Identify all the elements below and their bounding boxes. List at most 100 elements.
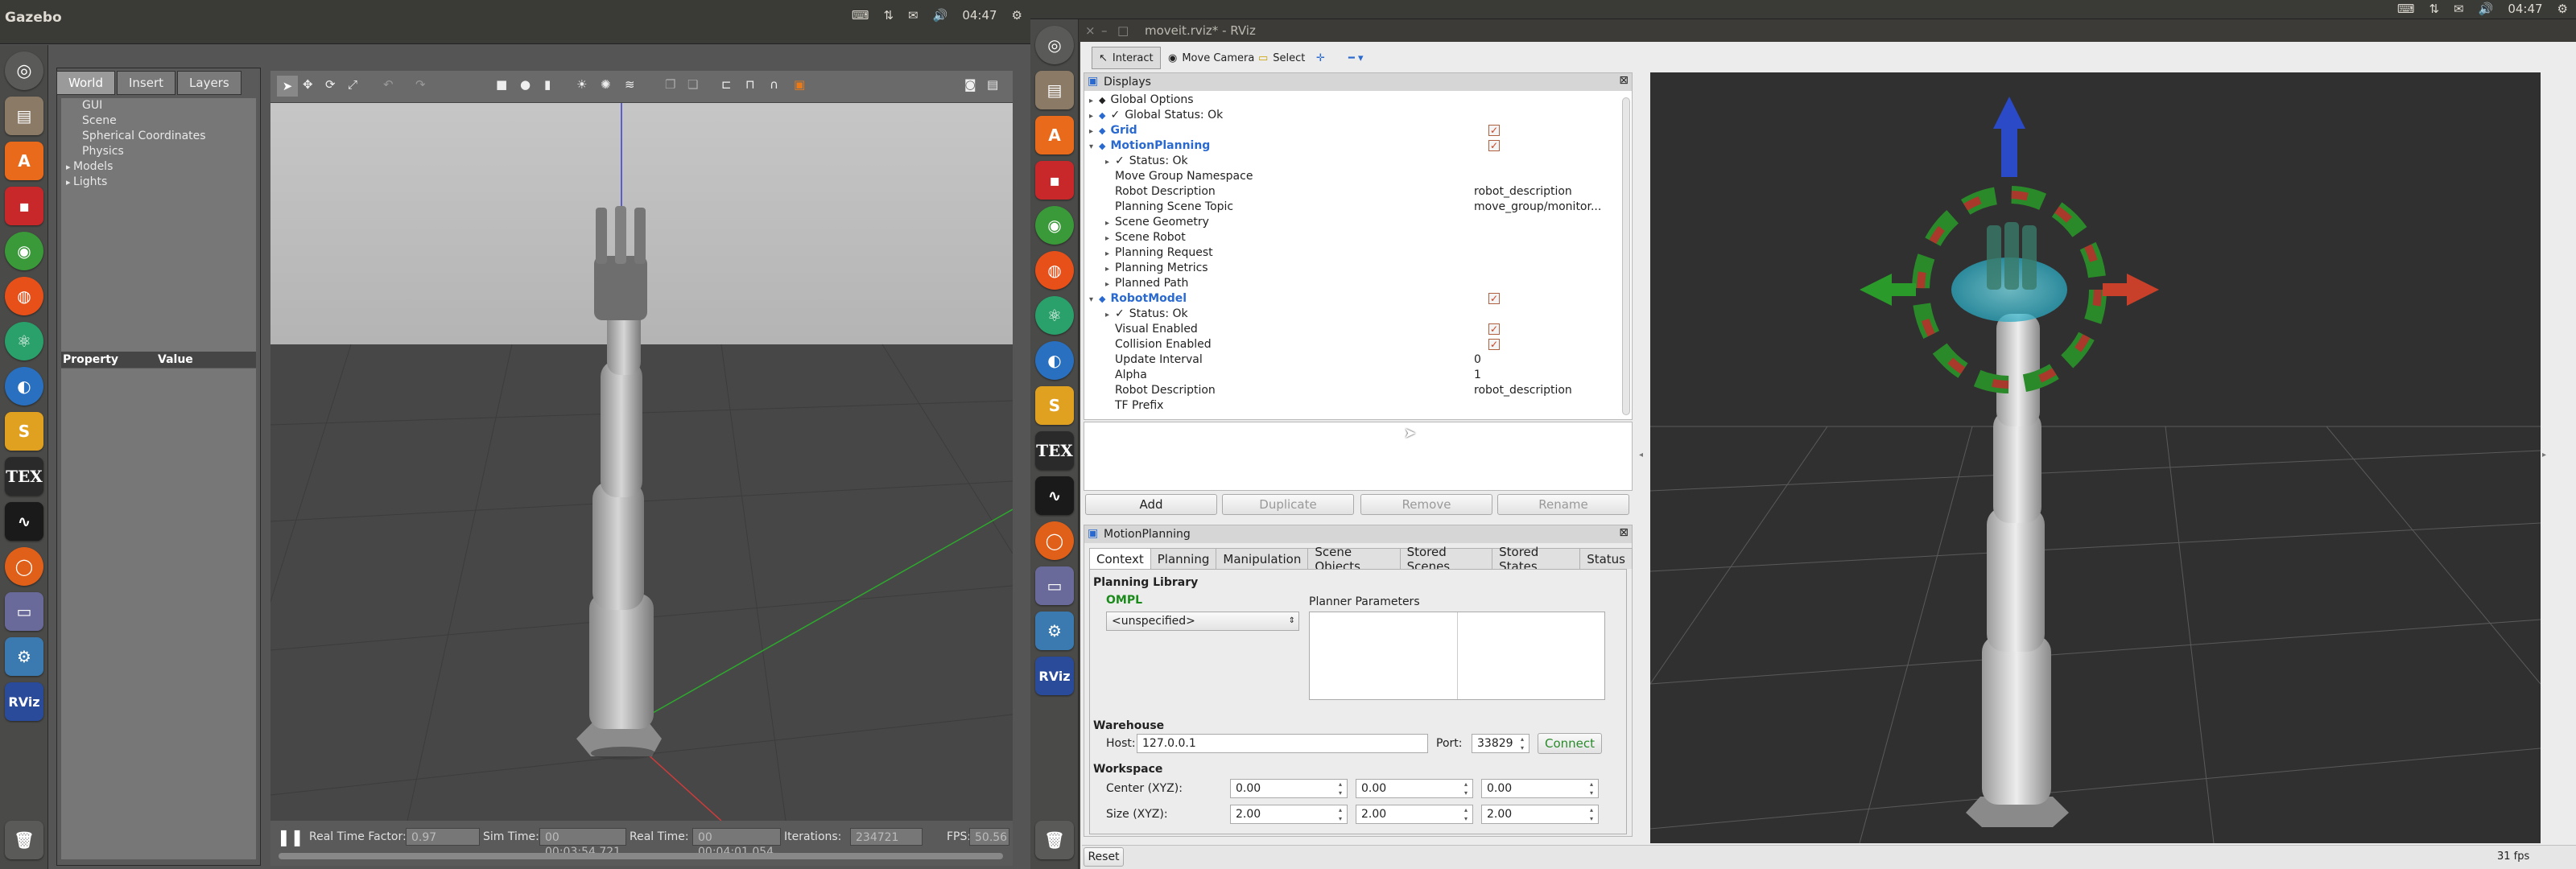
chrome-icon[interactable]: ◉ [1035,206,1074,245]
point-light-icon[interactable]: ✺ [601,77,611,92]
orange-object-icon[interactable]: ▣ [794,77,805,92]
network-icon[interactable]: ⇅ [2429,2,2439,16]
system-monitor-icon[interactable]: ∿ [1035,476,1074,515]
display-row[interactable]: Robot Description robot_description [1084,184,1616,200]
focus-button[interactable]: ✛ [1309,47,1332,69]
display-row[interactable]: ▾ ◆ MotionPlanning ✓ [1084,138,1616,154]
display-row[interactable]: ▾ ◆ RobotModel ✓ [1084,291,1616,307]
rviz-3d-view[interactable] [1650,72,2541,843]
world-tree-item[interactable]: ▸ Models [61,159,256,175]
tab-status[interactable]: Status [1579,548,1633,569]
display-row[interactable]: ▸ ◆ Global Options [1084,93,1616,108]
software-center-icon[interactable]: A [5,142,43,180]
chat-icon[interactable]: ◐ [5,367,43,406]
clock[interactable]: 04:47 [2508,2,2542,16]
sun-icon[interactable]: ☀ [576,77,587,92]
align-icon[interactable]: ⊏ [721,77,732,92]
expand-arrow-icon[interactable]: ▾ [1089,139,1099,154]
display-row-value[interactable]: move_group/monitor... [1474,200,1601,215]
volume-icon[interactable]: 🔊 [933,8,948,23]
maximize-icon[interactable]: □ [1117,23,1129,38]
world-tree-item[interactable]: Physics [61,144,256,159]
checkbox[interactable]: ✓ [1488,140,1500,151]
app-icon[interactable]: ▭ [5,592,43,631]
display-row[interactable]: Robot Description robot_description [1084,383,1616,398]
firefox-icon[interactable]: ◍ [1035,251,1074,290]
gazebo-icon[interactable]: ◯ [5,547,43,586]
tab-stored-scenes[interactable]: Stored Scenes [1399,545,1493,574]
spot-light-icon[interactable]: ≋ [625,77,635,92]
trash-icon[interactable]: 🗑 [5,821,43,859]
display-row-value[interactable]: 0 [1474,352,1481,368]
expand-arrow-icon[interactable]: ▸ [1105,262,1115,277]
box-icon[interactable]: ■ [496,77,507,92]
close-icon[interactable]: × [1085,23,1096,38]
checkbox[interactable]: ✓ [1488,293,1500,304]
tex-icon[interactable]: TEX [1035,431,1074,470]
gear-icon[interactable]: ⚙ [2557,2,2568,16]
software-center-icon[interactable]: A [1035,116,1074,154]
display-row[interactable]: TF Prefix [1084,398,1616,414]
size-z-input[interactable]: 2.00 [1481,805,1599,824]
size-x-input[interactable]: 2.00 [1230,805,1348,824]
display-row[interactable]: ▸ ◆ ✓ Global Status: Ok [1084,108,1616,123]
size-y-input[interactable]: 2.00 [1356,805,1473,824]
close-panel-icon[interactable]: ⊠ [1619,526,1629,539]
display-row[interactable]: ▸ ◆ Grid ✓ [1084,123,1616,138]
checkbox[interactable]: ✓ [1488,125,1500,136]
expand-arrow-icon[interactable]: ▸ [66,177,73,187]
world-tree-item[interactable]: GUI [61,98,256,113]
select-button[interactable]: ▭ Select [1251,47,1312,69]
planner-select[interactable]: <unspecified> ⇕ [1106,612,1299,631]
keyboard-icon[interactable]: ⌨ [852,8,869,23]
copy-icon[interactable]: ❐ [665,77,675,92]
rename-button[interactable]: Rename [1497,494,1629,515]
volume-icon[interactable]: 🔊 [2479,2,2494,16]
display-row[interactable]: Collision Enabled ✓ [1084,337,1616,352]
firefox-icon[interactable]: ◍ [5,277,43,315]
splitter-handle[interactable]: ◂ [1639,451,1644,467]
checkbox[interactable]: ✓ [1488,323,1500,335]
reset-button[interactable]: Reset [1084,847,1124,867]
translate-icon[interactable]: ✥ [303,77,313,92]
app-icon[interactable]: ▭ [1035,566,1074,605]
add-button[interactable]: Add [1085,494,1217,515]
display-row[interactable]: ▸ ✓ Status: Ok [1084,307,1616,322]
display-row-value[interactable]: 1 [1474,368,1481,383]
expand-arrow-icon[interactable]: ▸ [1105,307,1115,323]
atom-icon[interactable]: ⚛ [5,322,43,360]
magnet-icon[interactable]: ∩ [770,77,778,92]
display-row[interactable]: Alpha 1 [1084,368,1616,383]
expand-arrow-icon[interactable]: ▸ [1105,277,1115,292]
tab-stored-states[interactable]: Stored States [1492,545,1581,574]
checkbox[interactable]: ✓ [1488,339,1500,350]
connect-button[interactable]: Connect [1538,733,1602,754]
clock[interactable]: 04:47 [962,8,997,23]
remove-button[interactable]: Remove [1360,494,1492,515]
display-row[interactable]: ▸ Planned Path [1084,276,1616,291]
paste-icon[interactable]: ❏ [687,77,698,92]
files-icon[interactable]: ▤ [5,97,43,135]
atom-icon[interactable]: ⚛ [1035,296,1074,335]
close-panel-icon[interactable]: ⊠ [1619,74,1629,87]
planner-parameters-table[interactable] [1309,612,1605,700]
display-row[interactable]: Update Interval 0 [1084,352,1616,368]
cylinder-icon[interactable]: ▮ [544,77,551,92]
rviz-icon[interactable]: RViz [1035,657,1074,695]
display-row[interactable]: ▸ Scene Robot [1084,230,1616,245]
pause-icon[interactable]: ❚❚ [277,827,304,846]
displays-scrollbar[interactable] [1622,97,1630,415]
tab-world[interactable]: World [56,71,115,95]
snap-icon[interactable]: ⊓ [745,77,755,92]
horizontal-scrollbar[interactable] [279,853,1003,859]
files-icon[interactable]: ▤ [1035,71,1074,109]
chat-icon[interactable]: ◐ [1035,341,1074,380]
settings-icon[interactable]: ⚙ [5,637,43,676]
expand-arrow-icon[interactable]: ▾ [1089,292,1099,307]
expand-arrow-icon[interactable]: ▸ [1105,216,1115,231]
select-arrow-icon[interactable]: ➤ [277,76,298,97]
right-panel-handle[interactable]: ▸ [2542,451,2547,467]
display-row[interactable]: ▸ Planning Request [1084,245,1616,261]
display-row[interactable]: ▸ Scene Geometry [1084,215,1616,230]
expand-arrow-icon[interactable]: ▸ [1089,109,1099,124]
